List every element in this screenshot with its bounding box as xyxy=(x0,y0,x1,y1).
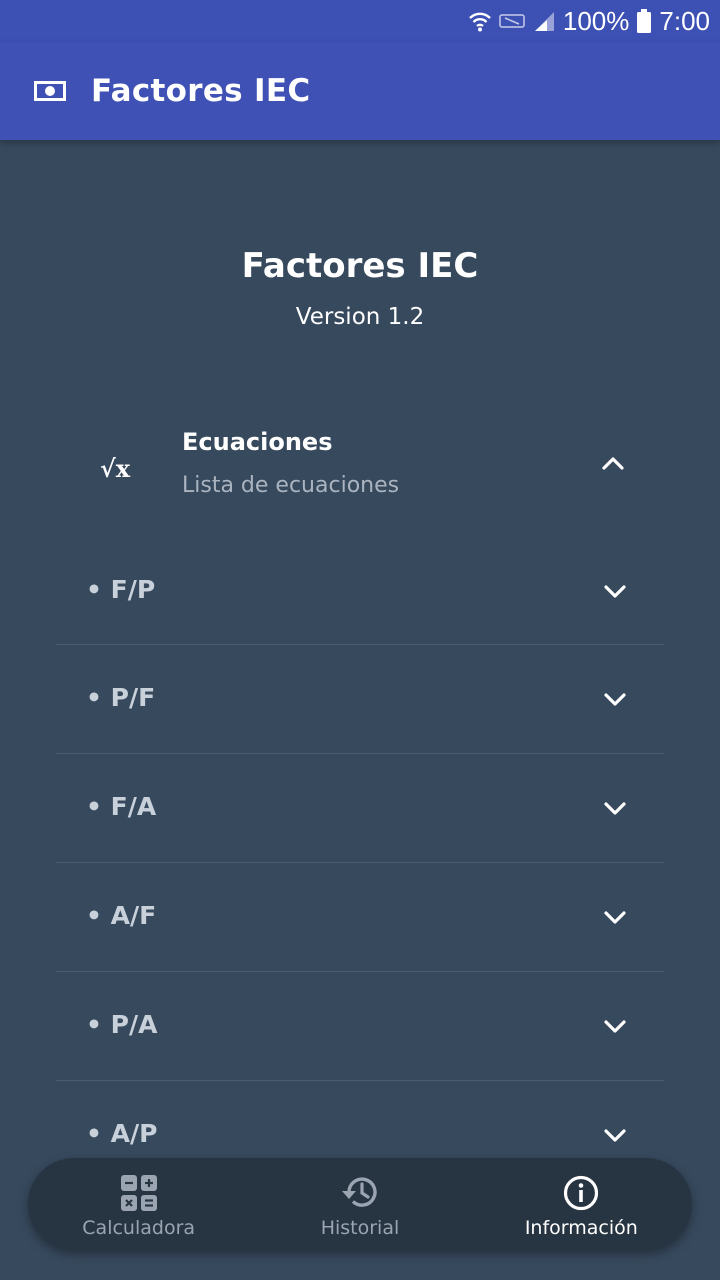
equation-label: • P/F xyxy=(86,683,156,712)
chevron-down-icon[interactable] xyxy=(604,802,626,816)
equation-item-fp[interactable]: • F/P xyxy=(56,537,664,645)
nav-label: Información xyxy=(524,1217,638,1239)
battery-icon xyxy=(637,9,652,33)
section-subtitle: Lista de ecuaciones xyxy=(182,473,400,498)
nav-item-calculadora[interactable]: Calculadora xyxy=(28,1158,249,1250)
square-root-icon: √x xyxy=(100,454,131,483)
about-header: Factores IEC Version 1.2 xyxy=(0,246,720,330)
calculator-icon xyxy=(120,1175,157,1211)
equation-label: • P/A xyxy=(86,1010,158,1039)
clock: 7:00 xyxy=(659,5,710,36)
equation-label: • A/P xyxy=(86,1119,158,1148)
equations-section-header[interactable]: √x Ecuaciones Lista de ecuaciones xyxy=(80,418,660,518)
bottom-navigation: Calculadora Historial Información xyxy=(28,1158,692,1250)
signal-icon xyxy=(534,12,554,31)
app-title: Factores IEC xyxy=(91,73,311,109)
status-bar: 100% 7:00 xyxy=(0,0,720,42)
equation-label: • F/A xyxy=(86,792,157,821)
nav-item-informacion[interactable]: Información xyxy=(471,1158,692,1250)
app-bar: Factores IEC xyxy=(0,42,720,140)
battery-percentage: 100% xyxy=(562,5,630,36)
money-icon xyxy=(34,81,66,101)
chevron-up-icon[interactable] xyxy=(602,456,624,470)
equation-item-fa[interactable]: • F/A xyxy=(56,754,664,863)
equation-item-af[interactable]: • A/F xyxy=(56,863,664,972)
wifi-icon xyxy=(469,12,491,32)
equations-list: • F/P • P/F • F/A • A/F • P/A • A/P xyxy=(56,537,664,1190)
nav-label: Calculadora xyxy=(82,1217,196,1239)
chevron-down-icon[interactable] xyxy=(604,1020,626,1034)
nav-item-historial[interactable]: Historial xyxy=(249,1158,470,1250)
equation-label: • A/F xyxy=(86,901,157,930)
chevron-down-icon[interactable] xyxy=(604,585,626,599)
history-icon xyxy=(341,1177,377,1207)
equation-item-pf[interactable]: • P/F xyxy=(56,645,664,754)
nav-label: Historial xyxy=(320,1217,400,1239)
chevron-down-icon[interactable] xyxy=(604,1129,626,1143)
about-title: Factores IEC xyxy=(241,246,479,286)
section-title: Ecuaciones xyxy=(182,428,333,456)
info-icon xyxy=(564,1175,599,1211)
chevron-down-icon[interactable] xyxy=(604,693,626,707)
equation-label: • F/P xyxy=(86,575,156,604)
volte-icon xyxy=(499,14,525,28)
version-label: Version 1.2 xyxy=(295,304,425,330)
equation-item-pa[interactable]: • P/A xyxy=(56,972,664,1081)
chevron-down-icon[interactable] xyxy=(604,911,626,925)
